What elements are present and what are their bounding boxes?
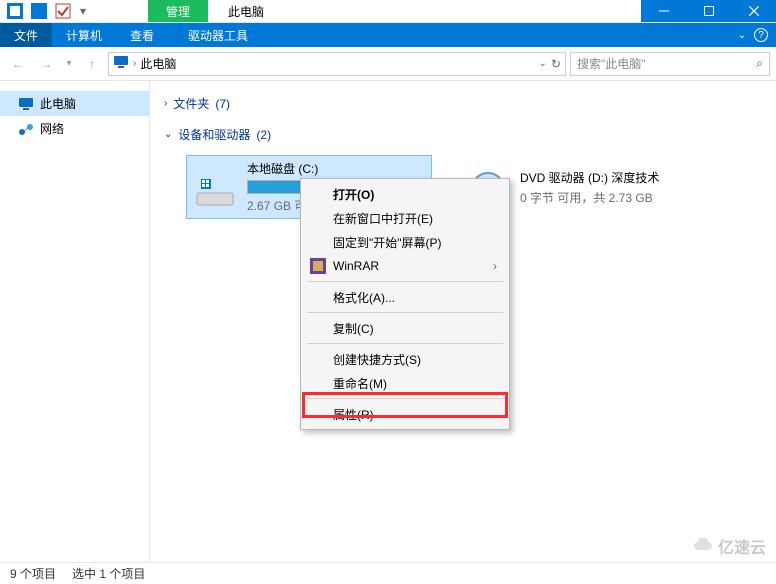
group-count: (2) [256, 128, 271, 142]
sidebar-item-network[interactable]: 网络 [0, 116, 149, 141]
navigation-bar: ← → ▾ ↑ › 此电脑 ⌄ ↻ 搜索"此电脑" ⌕ [0, 47, 776, 81]
winrar-icon [309, 257, 327, 275]
search-placeholder: 搜索"此电脑" [577, 55, 646, 72]
ribbon-tab-computer[interactable]: 计算机 [52, 23, 116, 47]
ribbon-tab-view[interactable]: 查看 [116, 23, 168, 47]
ctx-open-new-window[interactable]: 在新窗口中打开(E) [303, 206, 507, 230]
drive-substatus: 0 字节 可用，共 2.73 GB [520, 189, 700, 206]
group-header-devices[interactable]: ⌄ 设备和驱动器 (2) [164, 122, 762, 147]
drive-label: DVD 驱动器 (D:) 深度技术 [520, 169, 700, 186]
cloud-icon [692, 538, 714, 554]
drive-label: 本地磁盘 (C:) [247, 160, 425, 177]
contextual-tab-manage[interactable]: 管理 [148, 0, 208, 22]
nav-up-button[interactable]: ↑ [80, 52, 104, 76]
chevron-down-icon: ⌄ [164, 129, 172, 140]
ctx-separator [307, 281, 503, 282]
breadcrumb-location[interactable]: 此电脑 [140, 55, 176, 72]
ctx-separator [307, 398, 503, 399]
status-bar: 9 个项目 选中 1 个项目 [0, 562, 776, 584]
qat-checkbox-icon[interactable] [52, 0, 74, 22]
nav-forward-button[interactable]: → [34, 52, 58, 76]
qat-dropdown-icon[interactable]: ▾ [76, 0, 90, 22]
sidebar-item-label: 此电脑 [40, 95, 76, 112]
group-header-folders[interactable]: › 文件夹 (7) [164, 91, 762, 116]
title-bar: ▾ 管理 此电脑 [0, 0, 776, 23]
group-label: 设备和驱动器 [178, 126, 250, 143]
ctx-separator [307, 312, 503, 313]
pc-icon [18, 96, 34, 112]
window-controls [641, 0, 776, 22]
sidebar-item-label: 网络 [40, 120, 64, 137]
ctx-separator [307, 343, 503, 344]
ctx-rename[interactable]: 重命名(M) [303, 371, 507, 395]
ctx-copy[interactable]: 复制(C) [303, 316, 507, 340]
chevron-right-icon: › [164, 98, 167, 109]
address-dropdown-icon[interactable]: ⌄ [539, 58, 547, 69]
address-pc-icon [113, 55, 129, 72]
sidebar-item-this-pc[interactable]: 此电脑 [0, 91, 149, 116]
network-icon [18, 121, 34, 137]
ctx-properties[interactable]: 属性(R) [303, 402, 507, 426]
system-menu-icon[interactable] [4, 0, 26, 22]
ctx-winrar[interactable]: WinRAR › [303, 254, 507, 278]
ribbon-tabs: 文件 计算机 查看 驱动器工具 ⌄ ? [0, 23, 776, 47]
search-box[interactable]: 搜索"此电脑" ⌕ [570, 52, 770, 76]
breadcrumb-separator-icon[interactable]: › [133, 58, 136, 69]
context-menu: 打开(O) 在新窗口中打开(E) 固定到"开始"屏幕(P) WinRAR › 格… [300, 178, 510, 430]
ribbon-expand-icon[interactable]: ⌄ [738, 30, 746, 41]
submenu-arrow-icon: › [493, 259, 497, 273]
watermark: 亿速云 [692, 534, 766, 558]
group-count: (7) [215, 97, 230, 111]
ribbon-tab-file[interactable]: 文件 [0, 23, 52, 47]
ribbon-help-icon[interactable]: ? [754, 28, 768, 42]
ctx-open[interactable]: 打开(O) [303, 182, 507, 206]
group-label: 文件夹 [173, 95, 209, 112]
ctx-create-shortcut[interactable]: 创建快捷方式(S) [303, 347, 507, 371]
hdd-icon [193, 165, 237, 209]
maximize-button[interactable] [686, 0, 731, 22]
address-bar[interactable]: › 此电脑 ⌄ ↻ [108, 52, 566, 76]
nav-back-button[interactable]: ← [6, 52, 30, 76]
ribbon-tab-drive-tools[interactable]: 驱动器工具 [174, 23, 262, 47]
qat-properties-icon[interactable] [28, 0, 50, 22]
search-icon[interactable]: ⌕ [756, 56, 763, 71]
status-selected-count: 选中 1 个项目 [72, 565, 145, 582]
nav-recent-dropdown[interactable]: ▾ [62, 52, 76, 76]
ctx-pin-to-start[interactable]: 固定到"开始"屏幕(P) [303, 230, 507, 254]
status-item-count: 9 个项目 [10, 565, 56, 582]
minimize-button[interactable] [641, 0, 686, 22]
navigation-pane: 此电脑 网络 [0, 81, 150, 562]
window-title: 此电脑 [208, 0, 284, 22]
ctx-format[interactable]: 格式化(A)... [303, 285, 507, 309]
close-button[interactable] [731, 0, 776, 22]
refresh-icon[interactable]: ↻ [551, 57, 561, 71]
quick-access-toolbar: ▾ [0, 0, 90, 22]
